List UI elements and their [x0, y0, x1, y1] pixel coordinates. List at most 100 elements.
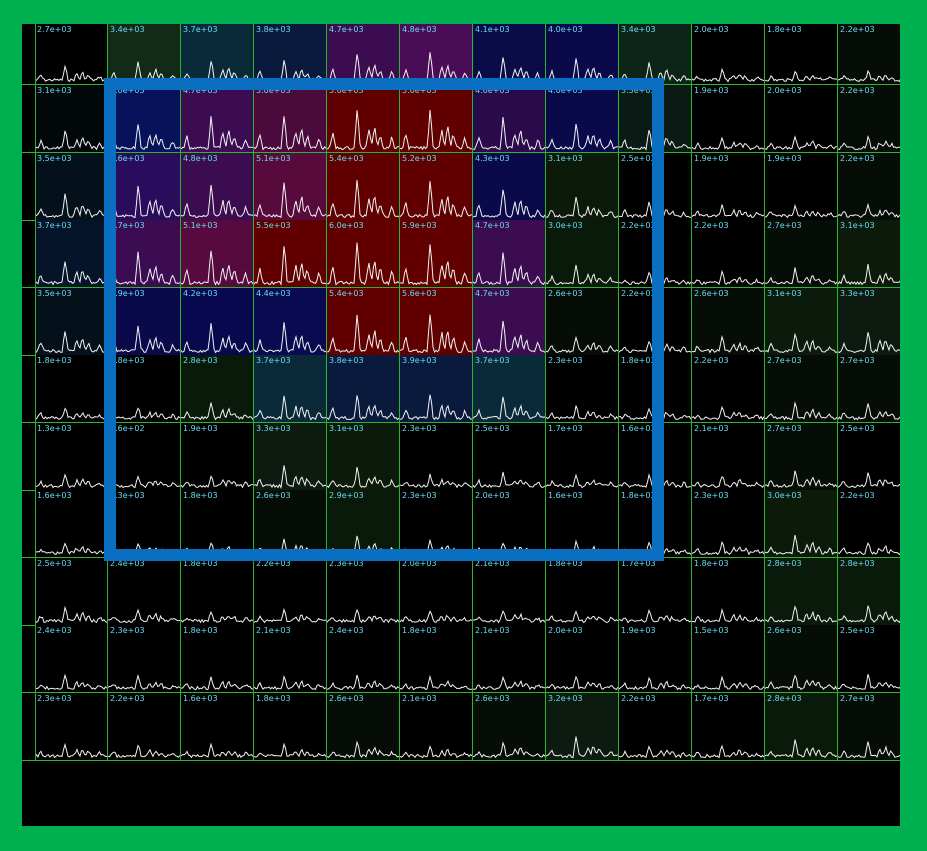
spectrum-cell[interactable]: 1.8e+03 — [619, 355, 692, 423]
spectrum-cell[interactable]: 1.8e+03 — [181, 625, 254, 693]
spectrum-cell[interactable]: 1.6e+03 — [35, 490, 108, 558]
spectrum-cell[interactable]: 2.6e+03 — [692, 287, 765, 356]
spectrum-cell[interactable]: 2.6e+03 — [546, 287, 619, 356]
spectrum-cell[interactable]: 2.3e+03 — [327, 557, 400, 626]
spectrum-cell[interactable]: 2.4e+03 — [108, 557, 181, 626]
spectrum-cell[interactable]: 2.7e+03 — [838, 692, 900, 761]
spectrum-cell[interactable]: 2.6e+03 — [254, 490, 327, 558]
spectrum-cell[interactable]: 3.0e+03 — [546, 220, 619, 288]
spectrum-cell[interactable]: 2.3e+03 — [108, 625, 181, 693]
spectrum-cell[interactable]: 2.7e+03 — [765, 422, 838, 491]
spectrum-cell[interactable]: 2.7e+03 — [765, 355, 838, 423]
spectrum-cell[interactable]: 2.0e+03 — [473, 490, 546, 558]
spectrum-cell[interactable]: 4.7e+03 — [108, 220, 181, 288]
spectrum-cell[interactable]: 2.0e+03 — [400, 557, 473, 626]
spectrum-cell[interactable]: 2.3e+03 — [546, 355, 619, 423]
spectrum-cell[interactable]: 2.7e+03 — [838, 355, 900, 423]
spectrum-cell[interactable]: 2.4e+03 — [327, 625, 400, 693]
spectrum-cell[interactable]: 3.3e+03 — [838, 287, 900, 356]
spectrum-cell[interactable]: 1.8e+03 — [619, 490, 692, 558]
spectrum-cell[interactable]: 2.2e+03 — [838, 152, 900, 221]
spectrum-cell[interactable]: 2.8e+03 — [765, 692, 838, 761]
spectrum-cell[interactable]: 5.6e+03 — [400, 85, 473, 153]
spectrum-cell[interactable]: 1.6e+03 — [181, 692, 254, 761]
spectrum-cell[interactable]: 1.9e+03 — [692, 152, 765, 221]
spectrum-cell[interactable]: 3.7e+03 — [254, 355, 327, 423]
spectrum-cell[interactable]: 3.0e+03 — [765, 490, 838, 558]
spectrum-cell[interactable]: 3.4e+03 — [619, 24, 692, 85]
spectrum-cell[interactable]: 4.6e+03 — [473, 85, 546, 153]
spectrum-cell[interactable]: 2.0e+03 — [546, 625, 619, 693]
spectrum-cell[interactable]: 1.8e+03 — [546, 557, 619, 626]
spectrum-cell[interactable]: 5.4e+03 — [327, 287, 400, 356]
spectrum-cell[interactable]: 2.9e+03 — [327, 490, 400, 558]
spectrum-cell[interactable]: 2.2e+03 — [838, 490, 900, 558]
spectrum-cell[interactable]: 1.8e+03 — [692, 557, 765, 626]
spectrum-cell[interactable]: 4.3e+03 — [473, 152, 546, 221]
spectrum-cell[interactable]: 3.9e+03 — [400, 355, 473, 423]
spectrum-cell[interactable]: 3.7e+03 — [181, 24, 254, 85]
spectrum-cell[interactable]: 4.7e+03 — [181, 85, 254, 153]
spectrum-cell[interactable]: 2.1e+03 — [473, 625, 546, 693]
spectrum-cell[interactable]: 3.1e+03 — [327, 422, 400, 491]
spectrum-cell[interactable]: 1.9e+03 — [181, 422, 254, 491]
spectrum-cell[interactable]: 2.5e+03 — [619, 152, 692, 221]
spectrum-cell[interactable]: 3.7e+03 — [473, 355, 546, 423]
spectrum-cell[interactable]: 2.2e+03 — [838, 85, 900, 153]
spectrum-cell[interactable]: 3.2e+03 — [546, 692, 619, 761]
spectrum-cell[interactable]: 4.7e+03 — [473, 220, 546, 288]
spectrum-cell[interactable]: 1.7e+03 — [619, 557, 692, 626]
spectrum-cell[interactable]: 2.8e+03 — [838, 557, 900, 626]
spectrum-cell[interactable]: 3.3e+03 — [254, 422, 327, 491]
spectrum-cell[interactable]: 2.6e+03 — [473, 692, 546, 761]
spectrum-cell[interactable]: 1.3e+03 — [108, 490, 181, 558]
spectrum-cell[interactable]: 3.8e+03 — [327, 355, 400, 423]
spectrum-cell[interactable]: 3.8e+03 — [254, 24, 327, 85]
spectrum-cell[interactable]: 5.6e+03 — [400, 287, 473, 356]
spectrum-cell[interactable]: 1.5e+03 — [692, 625, 765, 693]
spectrum-cell[interactable]: 5.1e+03 — [254, 152, 327, 221]
spectrum-cell[interactable]: 2.1e+03 — [400, 692, 473, 761]
spectrum-cell[interactable]: 2.2e+03 — [692, 220, 765, 288]
spectrum-cell[interactable]: 2.2e+03 — [838, 24, 900, 85]
spectrum-cell[interactable]: 2.7e+03 — [35, 24, 108, 85]
spectrum-cell[interactable]: 1.8e+03 — [400, 625, 473, 693]
spectrum-cell[interactable]: 2.8e+03 — [765, 557, 838, 626]
spectrum-cell[interactable]: 4.0e+03 — [108, 85, 181, 153]
spectrum-cell[interactable]: 3.1e+03 — [546, 152, 619, 221]
spectrum-cell[interactable]: 2.6e+03 — [327, 692, 400, 761]
spectrum-cell[interactable]: 1.8e+03 — [765, 24, 838, 85]
spectrum-cell[interactable]: 4.8e+03 — [400, 24, 473, 85]
spectrum-cell[interactable]: 2.2e+03 — [619, 220, 692, 288]
spectrum-cell[interactable]: 3.5e+03 — [35, 152, 108, 221]
spectrum-cell[interactable]: 2.2e+03 — [619, 287, 692, 356]
spectrum-cell[interactable]: 1.6e+03 — [546, 490, 619, 558]
spectrum-cell[interactable]: 4.1e+03 — [473, 24, 546, 85]
spectrum-cell[interactable]: 4.7e+03 — [473, 287, 546, 356]
spectrum-cell[interactable]: 2.2e+03 — [692, 355, 765, 423]
spectrum-cell[interactable]: 3.5e+03 — [35, 287, 108, 356]
spectrum-cell[interactable]: 2.1e+03 — [692, 422, 765, 491]
spectrum-cell[interactable]: 2.1e+03 — [254, 625, 327, 693]
spectrum-cell[interactable]: 2.3e+03 — [35, 692, 108, 761]
spectrum-cell[interactable]: 1.8e+03 — [35, 355, 108, 423]
spectrum-cell[interactable]: 5.0e+03 — [254, 85, 327, 153]
spectrum-cell[interactable]: 2.6e+03 — [765, 625, 838, 693]
spectrum-cell[interactable]: 5.5e+03 — [254, 220, 327, 288]
spectrum-cell[interactable]: 1.8e+03 — [181, 490, 254, 558]
spectrum-cell[interactable]: 2.5e+03 — [838, 422, 900, 491]
spectrum-cell[interactable]: 5.1e+03 — [181, 220, 254, 288]
spectrum-cell[interactable]: 1.3e+03 — [35, 422, 108, 491]
spectrum-cell[interactable]: 9.6e+02 — [108, 422, 181, 491]
spectrum-cell[interactable]: 2.0e+03 — [692, 24, 765, 85]
spectrum-cell[interactable]: 1.9e+03 — [765, 152, 838, 221]
spectrum-cell[interactable]: 2.1e+03 — [473, 557, 546, 626]
spectrum-cell[interactable]: 3.1e+03 — [35, 85, 108, 153]
spectrum-cell[interactable]: 2.3e+03 — [400, 422, 473, 491]
spectrum-cell[interactable]: 1.9e+03 — [619, 625, 692, 693]
spectrum-cell[interactable]: 5.4e+03 — [327, 152, 400, 221]
spectrum-cell[interactable]: 2.2e+03 — [619, 692, 692, 761]
spectrum-cell[interactable]: 2.5e+03 — [35, 557, 108, 626]
spectrum-cell[interactable]: 1.8e+03 — [254, 692, 327, 761]
spectrum-cell[interactable]: 1.8e+03 — [181, 557, 254, 626]
